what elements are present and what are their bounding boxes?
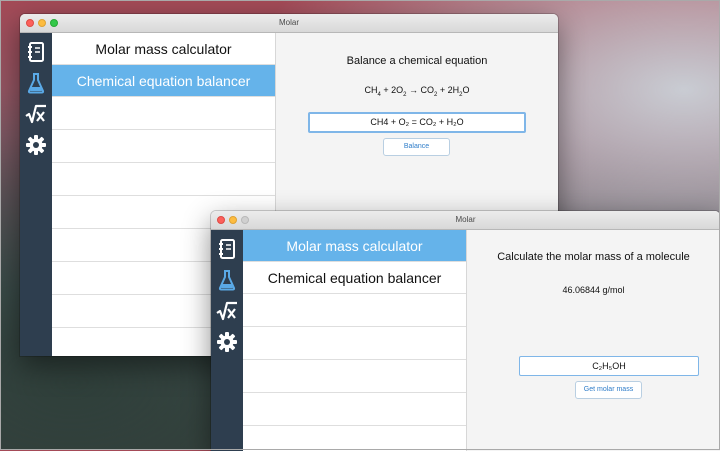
balanced-equation-result: CH4 + 2O2 → CO2 + 2H2O [276,85,558,98]
sidebar-settings-button[interactable] [24,133,48,157]
gear-icon [26,135,46,155]
minimize-window-button[interactable] [38,19,46,27]
list-empty-row [243,426,466,451]
list-item-molar-mass[interactable]: Molar mass calculator [243,230,466,262]
list-empty-row [52,163,275,196]
equation-text: + 2H [437,85,460,95]
square-root-x-icon [216,301,237,321]
title-bar[interactable]: Molar [211,211,720,230]
zoom-window-button[interactable] [241,216,249,224]
formula-input[interactable]: C₂H₅OH [519,356,699,376]
sidebar-equation-balancer-button[interactable] [215,268,239,292]
sidebar [211,230,243,451]
equation-text: CH [364,85,378,95]
equation-text: O [462,85,470,95]
balance-button[interactable]: Balance [383,138,450,156]
notebook-icon [219,239,235,259]
list-empty-row [243,360,466,393]
calculator-list: Molar mass calculator Chemical equation … [243,230,467,451]
flask-icon [27,73,45,94]
list-empty-row [243,393,466,426]
list-empty-row [52,97,275,130]
close-window-button[interactable] [26,19,34,27]
sidebar-math-button[interactable] [24,102,48,126]
traffic-lights [26,19,58,27]
sidebar-math-button[interactable] [215,299,239,323]
list-item-equation-balancer[interactable]: Chemical equation balancer [52,65,275,97]
sidebar-molar-mass-button[interactable] [215,237,239,261]
sidebar-molar-mass-button[interactable] [24,40,48,64]
window-title: Molar [455,215,476,224]
panel-heading: Balance a chemical equation [346,55,488,67]
minimize-window-button[interactable] [229,216,237,224]
square-root-x-icon [25,104,46,124]
notebook-icon [28,42,44,62]
get-molar-mass-button[interactable]: Get molar mass [575,381,642,399]
list-empty-row [243,294,466,327]
title-bar[interactable]: Molar [20,14,558,33]
equation-text: + 2O [380,85,404,95]
equation-text: → CO [406,85,434,95]
panel-heading: Calculate the molar mass of a molecule [497,251,690,263]
gear-icon [217,332,237,352]
list-item-molar-mass[interactable]: Molar mass calculator [52,33,275,65]
equation-input[interactable]: CH4 + O₂ = CO₂ + H₂O [308,112,526,133]
zoom-window-button[interactable] [50,19,58,27]
molar-mass-result: 46.06844 g/mol [562,285,625,295]
list-empty-row [243,327,466,360]
window-title: Molar [278,18,299,27]
molar-mass-panel: Calculate the molar mass of a molecule 4… [467,230,720,451]
sidebar [20,33,52,356]
sidebar-settings-button[interactable] [215,330,239,354]
list-item-equation-balancer[interactable]: Chemical equation balancer [243,262,466,294]
flask-icon [218,270,236,291]
list-empty-row [52,130,275,163]
sidebar-equation-balancer-button[interactable] [24,71,48,95]
close-window-button[interactable] [217,216,225,224]
molar-window-mass-calculator: Molar Molar mass calculator Chemical equ… [211,211,720,451]
traffic-lights [217,216,249,224]
